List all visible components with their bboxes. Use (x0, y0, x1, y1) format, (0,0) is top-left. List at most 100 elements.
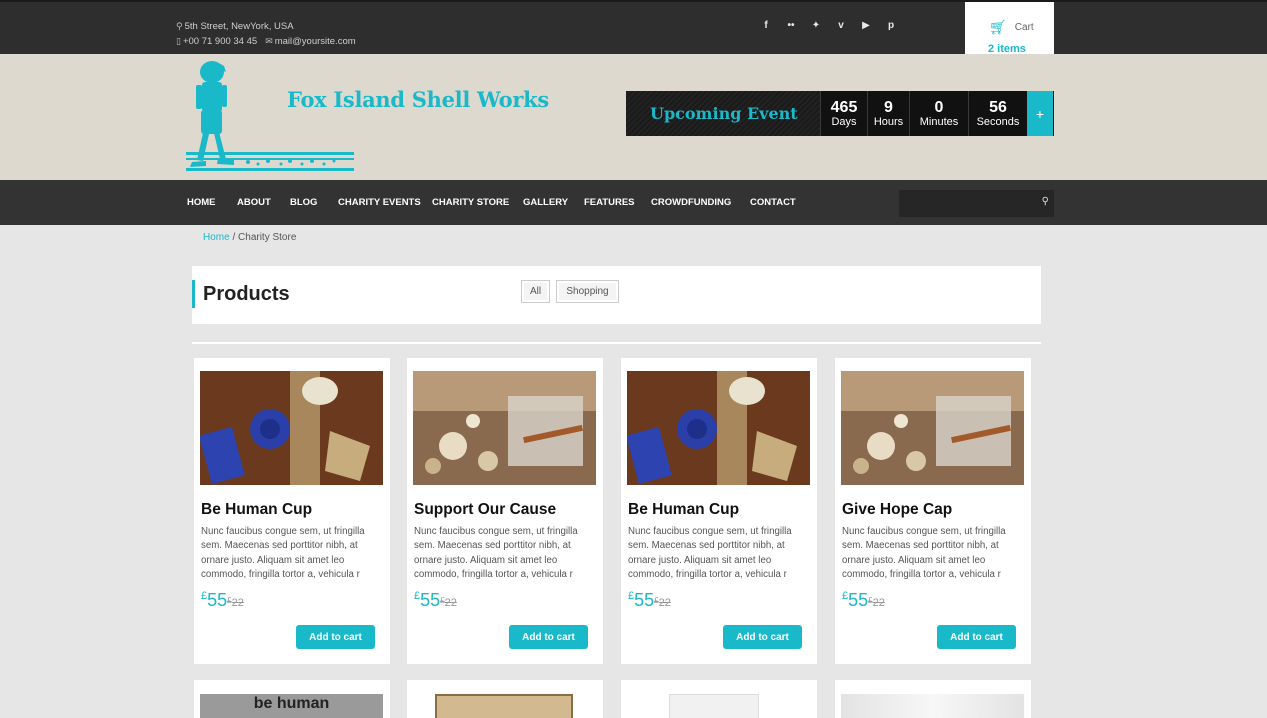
nav-item-charity-events[interactable]: CHARITY EVENTS (338, 197, 421, 208)
product-image[interactable] (413, 371, 596, 485)
nav-item-blog[interactable]: BLOG (290, 197, 317, 208)
mail-icon: ✉ (265, 36, 273, 46)
product-image[interactable] (435, 694, 573, 718)
product-image[interactable] (669, 694, 759, 718)
products-header: Products All Shopping (192, 266, 1041, 324)
site-header: Fox Island Shell Works Upcoming Event 46… (0, 54, 1267, 180)
nav-item-gallery[interactable]: GALLERY (523, 197, 568, 208)
days-value: 465 (830, 98, 858, 116)
filter-shopping-button[interactable]: Shopping (556, 280, 619, 303)
product-card (407, 680, 603, 718)
product-card: Support Our Cause Nunc faucibus congue s… (407, 358, 603, 664)
countdown-minutes: 0 Minutes (909, 91, 968, 136)
nav-item-about[interactable]: ABOUT (237, 197, 271, 208)
product-name[interactable]: Give Hope Cap (842, 501, 952, 519)
product-description: Nunc faucibus congue sem, ut fringilla s… (842, 526, 1006, 580)
contact-info: ⚲ 5th Street, NewYork, USA ▯ +00 71 900 34… (176, 19, 356, 49)
flickr-icon[interactable]: •• (785, 20, 797, 31)
product-description: Nunc faucibus congue sem, ut fringilla s… (628, 526, 792, 580)
phone-text: +00 71 900 34 45 (182, 36, 258, 47)
breadcrumb-home-link[interactable]: Home (203, 232, 230, 243)
old-price: £22 (227, 596, 244, 609)
page-title: Products (203, 283, 290, 305)
pinterest-icon[interactable]: p (885, 20, 897, 31)
email-link[interactable]: mail@yoursite.com (275, 36, 356, 47)
product-price: £55£22 (628, 590, 671, 611)
product-name[interactable]: Support Our Cause (414, 501, 556, 519)
social-links: f •• ✦ v ▶ p (760, 20, 897, 31)
countdown-days: 465 Days (820, 91, 867, 136)
nav-item-charity-store[interactable]: CHARITY STORE (432, 197, 509, 208)
phone-icon: ▯ (176, 36, 181, 46)
site-title[interactable]: Fox Island Shell Works (287, 87, 549, 112)
product-description: Nunc faucibus congue sem, ut fringilla s… (414, 526, 578, 580)
nav-item-features[interactable]: FEATURES (584, 197, 635, 208)
event-expand-button[interactable]: + (1027, 91, 1053, 136)
twitter-icon[interactable]: ✦ (810, 20, 822, 31)
product-price: £55£22 (414, 590, 457, 611)
product-card (621, 680, 817, 718)
product-card: Give Hope Cap Nunc faucibus congue sem, … (835, 358, 1031, 664)
nav-item-contact[interactable]: CONTACT (750, 197, 796, 208)
vimeo-icon[interactable]: v (835, 20, 847, 31)
search-input[interactable]: ⚲ (899, 190, 1054, 217)
address-text: 5th Street, NewYork, USA (184, 21, 294, 32)
facebook-icon[interactable]: f (760, 20, 772, 31)
price-value: 55 (420, 590, 441, 610)
product-price: £55£22 (842, 590, 885, 611)
nav-item-crowdfunding[interactable]: CROWDFUNDING (651, 197, 731, 208)
product-card: Be Human Cup Nunc faucibus congue sem, u… (621, 358, 817, 664)
event-title[interactable]: Upcoming Event (626, 91, 820, 136)
product-description: Nunc faucibus congue sem, ut fringilla s… (201, 526, 365, 580)
product-card: be human (194, 680, 390, 718)
breadcrumb: Home / Charity Store (203, 232, 296, 243)
breadcrumb-current: Charity Store (238, 232, 297, 243)
days-label: Days (831, 115, 857, 128)
old-price-value: 22 (658, 597, 671, 609)
filter-all-button[interactable]: All (521, 280, 550, 303)
search-icon[interactable]: ⚲ (1042, 196, 1049, 207)
map-pin-icon: ⚲ (176, 21, 183, 31)
product-card: Be Human Cup Nunc faucibus congue sem, u… (194, 358, 390, 664)
boy-silhouette-logo[interactable] (186, 60, 356, 172)
product-image[interactable] (627, 371, 810, 485)
product-image[interactable] (200, 371, 383, 485)
title-accent-bar (192, 280, 195, 308)
old-price-value: 22 (231, 597, 244, 609)
seconds-label: Seconds (976, 115, 1020, 128)
add-to-cart-button[interactable]: Add to cart (937, 625, 1016, 649)
add-to-cart-button[interactable]: Add to cart (723, 625, 802, 649)
old-price-value: 22 (444, 597, 457, 609)
cart-icon: 🛒︎ (989, 19, 1007, 35)
product-image[interactable]: be human (200, 694, 383, 718)
minutes-label: Minutes (919, 115, 959, 128)
nav-item-home[interactable]: HOME (187, 197, 216, 208)
old-price: £22 (654, 596, 671, 609)
old-price: £22 (868, 596, 885, 609)
seconds-value: 56 (989, 98, 1007, 116)
price-value: 55 (848, 590, 869, 610)
price-value: 55 (634, 590, 655, 610)
cart-label: Cart (1014, 22, 1034, 33)
top-bar: ⚲ 5th Street, NewYork, USA ▯ +00 71 900 34… (0, 0, 1267, 54)
main-nav: HOME ABOUT BLOG CHARITY EVENTS CHARITY S… (0, 180, 1267, 225)
minutes-value: 0 (934, 98, 944, 116)
old-price-value: 22 (872, 597, 885, 609)
old-price: £22 (440, 596, 457, 609)
product-image[interactable] (841, 371, 1024, 485)
countdown-hours: 9 Hours (867, 91, 909, 136)
price-value: 55 (207, 590, 228, 610)
product-price: £55£22 (201, 590, 244, 611)
product-image[interactable] (841, 694, 1024, 718)
hours-label: Hours (873, 115, 904, 128)
countdown-seconds: 56 Seconds (968, 91, 1027, 136)
youtube-icon[interactable]: ▶ (860, 20, 872, 31)
add-to-cart-button[interactable]: Add to cart (296, 625, 375, 649)
add-to-cart-button[interactable]: Add to cart (509, 625, 588, 649)
section-divider (192, 342, 1041, 344)
upcoming-event-countdown: Upcoming Event 465 Days 9 Hours 0 Minute… (626, 91, 1054, 136)
product-name[interactable]: Be Human Cup (628, 501, 739, 519)
hours-value: 9 (884, 98, 893, 116)
product-name[interactable]: Be Human Cup (201, 501, 312, 519)
breadcrumb-separator: / (229, 232, 239, 243)
